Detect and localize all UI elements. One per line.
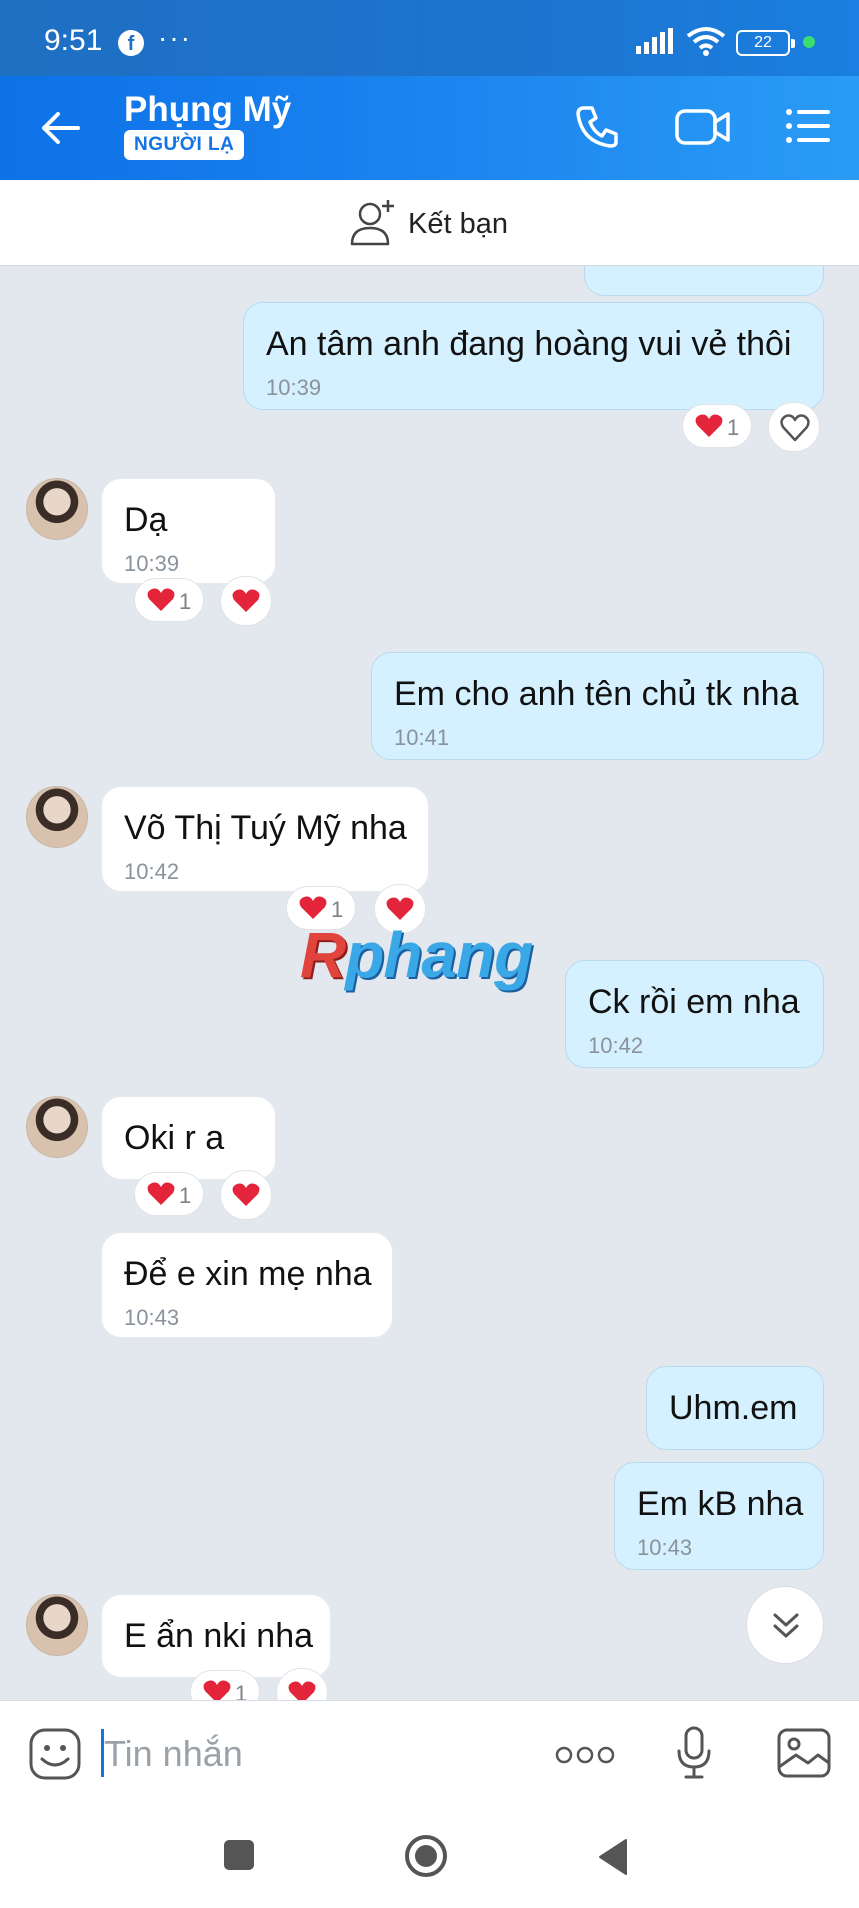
heart-icon — [232, 1183, 260, 1213]
heart-icon — [147, 1182, 175, 1212]
home-icon[interactable] — [404, 1834, 448, 1878]
message-bubble-outgoing[interactable]: Uhm.em — [646, 1366, 824, 1450]
reaction-count: 1 — [727, 415, 740, 440]
message-time: 10:42 — [124, 859, 180, 884]
heart-icon — [695, 414, 723, 444]
message-time: 10:39 — [266, 375, 322, 400]
menu-list-icon[interactable] — [784, 102, 832, 150]
message-bubble-incoming[interactable]: E ẩn nki nha — [101, 1594, 331, 1678]
more-notifications-icon: ··· — [158, 22, 192, 53]
message-input[interactable]: Tin nhắn — [104, 1733, 243, 1775]
message-text: Dạ — [124, 501, 168, 539]
back-arrow-icon[interactable] — [38, 106, 82, 150]
watermark-logo: Rphang — [300, 919, 533, 991]
status-bar: 9:51 f ··· 22 — [0, 0, 859, 76]
message-text: Oki r a — [124, 1119, 225, 1157]
status-time: 9:51 — [44, 24, 103, 57]
message-bubble-incoming[interactable]: Võ Thị Tuý Mỹ nha 10:42 — [101, 786, 429, 892]
message-bubble-outgoing[interactable]: An tâm anh đang hoàng vui vẻ thôi 10:39 — [243, 302, 824, 410]
contact-avatar[interactable] — [26, 786, 88, 848]
contact-avatar[interactable] — [26, 1594, 88, 1656]
message-time: 10:41 — [394, 725, 450, 750]
emoji-sticker-icon[interactable] — [28, 1727, 82, 1781]
heart-outline-icon — [780, 414, 810, 448]
image-gallery-icon[interactable] — [776, 1725, 832, 1781]
add-friend-icon — [350, 200, 394, 246]
double-chevron-down-icon — [773, 1613, 799, 1638]
wifi-icon — [686, 27, 726, 56]
message-text: Võ Thị Tuý Mỹ nha — [124, 809, 407, 847]
signal-icon — [636, 28, 673, 54]
back-triangle-icon[interactable] — [596, 1838, 630, 1876]
heart-icon — [203, 1680, 231, 1700]
react-button[interactable] — [768, 402, 820, 452]
system-navigation-bar — [0, 1808, 859, 1908]
message-bubble-partial — [584, 266, 824, 296]
reaction-count: 1 — [179, 589, 192, 614]
scroll-to-bottom-button[interactable] — [746, 1586, 824, 1664]
message-text: An tâm anh đang hoàng vui vẻ thôi — [266, 325, 792, 363]
message-text: Uhm.em — [669, 1389, 798, 1427]
message-bubble-outgoing[interactable]: Em kB nha 10:43 — [614, 1462, 824, 1570]
add-friend-bar[interactable]: Kết bạn — [0, 180, 859, 266]
message-time: 10:39 — [124, 551, 180, 576]
react-button[interactable] — [220, 1170, 272, 1220]
message-bubble-incoming[interactable]: Oki r a — [101, 1096, 276, 1180]
heart-icon — [288, 1681, 316, 1700]
heart-icon — [232, 589, 260, 619]
reaction-summary[interactable]: 1 — [134, 578, 204, 622]
more-options-icon[interactable] — [554, 1745, 616, 1765]
reaction-summary[interactable]: 1 — [190, 1670, 260, 1700]
microphone-icon[interactable] — [676, 1725, 712, 1781]
message-text: E ẩn nki nha — [124, 1617, 314, 1655]
phone-call-icon[interactable] — [574, 102, 622, 150]
message-time: 10:43 — [637, 1535, 693, 1560]
chat-header: Phụng Mỹ NGƯỜI LẠ — [0, 76, 859, 180]
contact-name[interactable]: Phụng Mỹ — [124, 90, 291, 130]
react-button[interactable] — [220, 576, 272, 626]
message-bubble-outgoing[interactable]: Em cho anh tên chủ tk nha 10:41 — [371, 652, 824, 760]
reaction-summary[interactable]: 1 — [682, 404, 752, 448]
message-text: Em kB nha — [637, 1485, 804, 1523]
stranger-badge: NGƯỜI LẠ — [124, 130, 245, 160]
reaction-summary[interactable]: 1 — [134, 1172, 204, 1216]
contact-avatar[interactable] — [26, 478, 88, 540]
heart-icon — [147, 588, 175, 618]
message-text: Em cho anh tên chủ tk nha — [394, 675, 799, 713]
contact-avatar[interactable] — [26, 1096, 88, 1158]
message-composer: Tin nhắn — [0, 1700, 859, 1808]
privacy-indicator-dot — [803, 36, 815, 48]
message-bubble-outgoing[interactable]: Ck rồi em nha 10:42 — [565, 960, 824, 1068]
battery-icon: 22 — [736, 30, 795, 56]
message-text: Để e xin mẹ nha — [124, 1255, 372, 1293]
reaction-count: 1 — [179, 1183, 192, 1208]
message-bubble-incoming[interactable]: Dạ 10:39 — [101, 478, 276, 584]
message-text: Ck rồi em nha — [588, 983, 800, 1021]
recent-apps-icon[interactable] — [222, 1838, 256, 1872]
message-bubble-incoming[interactable]: Để e xin mẹ nha 10:43 — [101, 1232, 393, 1338]
facebook-icon: f — [118, 30, 144, 56]
message-time: 10:42 — [588, 1033, 644, 1058]
message-time: 10:43 — [124, 1305, 180, 1330]
reaction-count: 1 — [235, 1681, 248, 1700]
add-friend-label[interactable]: Kết bạn — [408, 208, 508, 241]
video-call-icon[interactable] — [674, 102, 732, 150]
